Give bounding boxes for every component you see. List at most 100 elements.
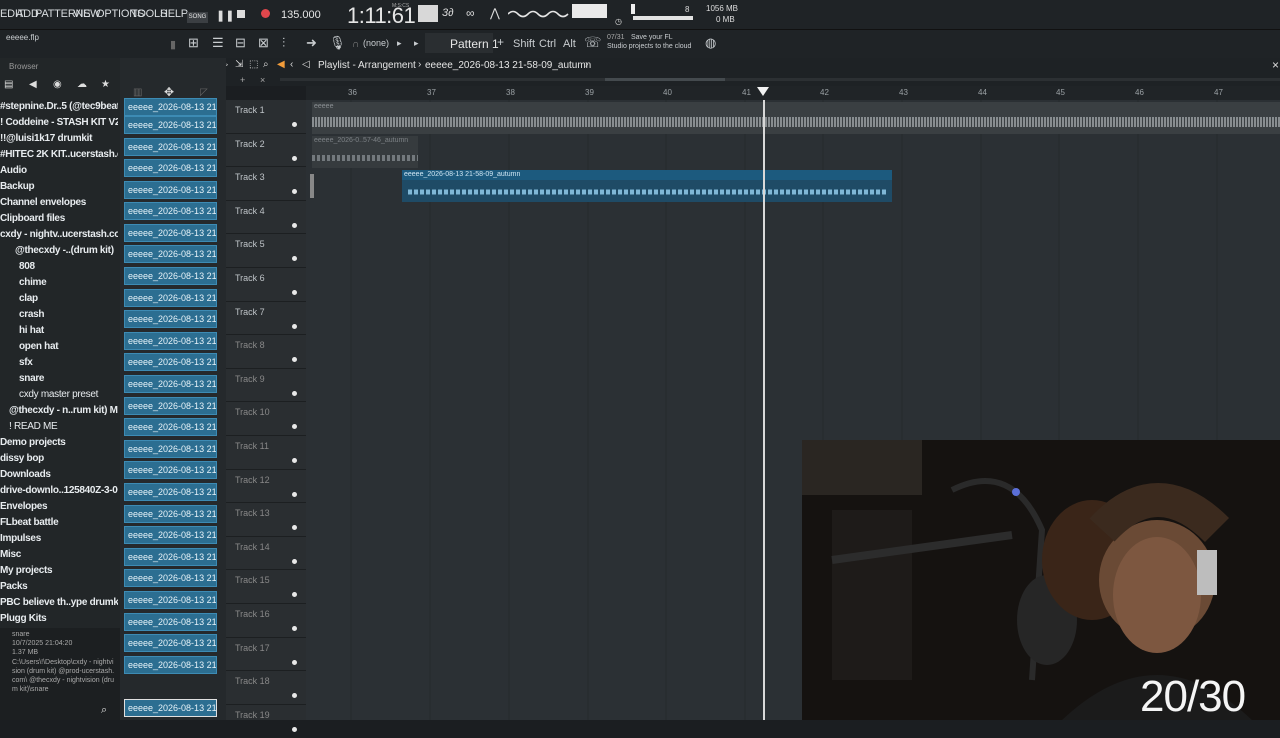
globe-icon[interactable]: ◍ (705, 35, 716, 51)
browser-item[interactable]: @thecxdy - n..rum kit) MAC (0, 405, 118, 416)
track-enable-dot[interactable] (292, 122, 297, 127)
clip-item[interactable]: eeeee_2026-08-13 21-5... (124, 656, 217, 674)
clip-item[interactable]: eeeee_2026-08-13 21-4... (124, 181, 217, 199)
track-label[interactable]: Track 18 (235, 676, 270, 686)
track-label[interactable]: Track 16 (235, 609, 270, 619)
add-track-icon[interactable]: + (240, 75, 245, 85)
clip-list-icon[interactable]: ▥ (133, 87, 142, 98)
track-enable-dot[interactable] (292, 256, 297, 262)
snap-icon[interactable]: ▮ (170, 38, 176, 51)
clip-item[interactable]: eeeee_2026-08-13 21-5... (124, 375, 217, 393)
arrangement-name[interactable]: eeeee_2026-08-13 21-58-09_autumn (425, 60, 591, 71)
track-enable-dot[interactable] (292, 323, 297, 329)
zoom-icon[interactable]: ⌕ (263, 59, 269, 70)
browser-subfolder[interactable]: sfx (0, 357, 118, 368)
clip-item[interactable]: eeeee_2026-08-13 21-4... (124, 245, 217, 263)
track-enable-dot[interactable] (292, 592, 297, 598)
browser-subfolder[interactable]: 808 (0, 261, 118, 272)
file-icon[interactable]: ▤ (4, 79, 13, 90)
browser-subfolder[interactable]: open hat (0, 341, 118, 352)
clip-item[interactable]: eeeee_2026-08-13 21-4... (124, 159, 217, 177)
select-icon[interactable]: ⬚ (249, 59, 258, 70)
clip-item-selected[interactable]: eeeee_2026-08-13 21-5... (124, 699, 217, 717)
browser-item-open-folder[interactable]: @thecxdy -..(drum kit) (0, 245, 118, 256)
browser-item[interactable]: drive-downlo..125840Z-3-001 (0, 485, 118, 496)
browser-item[interactable]: #HITEC 2K KIT..ucerstash.com (0, 149, 118, 160)
news-icon[interactable]: ☏ (584, 34, 602, 51)
track-enable-dot[interactable] (292, 424, 297, 430)
track-label[interactable]: Track 19 (235, 710, 270, 720)
browser-item[interactable]: ! Coddeine - STASH KIT V2 I (0, 117, 118, 128)
track-label[interactable]: Track 11 (235, 441, 269, 451)
track-enable-dot[interactable] (292, 222, 297, 228)
track-enable-dot[interactable] (292, 659, 297, 665)
browser-item[interactable]: cxdy - nightv..ucerstash.com (0, 229, 118, 240)
track-label[interactable]: Track 1 (235, 105, 265, 115)
track-label[interactable]: Track 10 (235, 407, 270, 417)
browser-subfolder[interactable]: chime (0, 277, 118, 288)
clip-item[interactable]: eeeee_2026-08-13 21-5... (124, 613, 217, 631)
clip-item[interactable]: eeeee_2026-08-13 21-5... (124, 548, 217, 566)
track-resize-handle[interactable] (310, 174, 314, 198)
chevron-right-icon-2[interactable]: ▸ (414, 38, 419, 49)
browser-item[interactable]: Packs (0, 581, 118, 592)
nav-chevron-icon[interactable]: ‹ (290, 59, 293, 70)
mixer-icon[interactable]: ⊠ (258, 35, 269, 51)
browser-item[interactable]: Clipboard files (0, 213, 118, 224)
close-icon[interactable]: × (1272, 58, 1279, 72)
track-enable-dot[interactable] (292, 357, 297, 363)
track-enable-dot[interactable] (292, 693, 297, 699)
browser-subfolder[interactable]: crash (0, 309, 118, 320)
clip-item[interactable]: eeeee_2026-08-13 21-5... (124, 483, 217, 501)
playlist-icon[interactable]: ⊞ (188, 35, 199, 51)
track-enable-dot[interactable] (292, 491, 297, 497)
monitor-panel[interactable] (418, 5, 438, 22)
step-icon[interactable]: 3∂ (442, 7, 454, 19)
scrollbar-thumb[interactable] (605, 78, 725, 81)
track-label[interactable]: Track 6 (235, 273, 265, 283)
browser-preset[interactable]: cxdy master preset (0, 389, 118, 400)
browser-item[interactable]: Demo projects (0, 437, 118, 448)
browser-item[interactable]: dissy bop (0, 453, 118, 464)
tempo-display[interactable]: 135.000 (281, 9, 321, 21)
audio-clip-track1[interactable]: eeeee (312, 102, 1280, 134)
arrow-right-icon[interactable]: ➜ (306, 35, 317, 51)
record-icon[interactable] (261, 9, 270, 18)
track-label[interactable]: Track 12 (235, 475, 270, 485)
playback-icon[interactable]: ◀ (277, 59, 285, 70)
ctrl-key[interactable]: Ctrl (539, 38, 556, 50)
metronome-icon[interactable]: ⋀ (490, 6, 500, 20)
cloud-icon[interactable]: ☁ (77, 79, 87, 90)
clip-item[interactable]: eeeee_2026-08-13 21-4... (124, 116, 217, 134)
clip-item[interactable]: eeeee_2026-08-13 21-5... (124, 591, 217, 609)
pattern-selector[interactable]: Pattern 1 (450, 37, 499, 51)
chevron-right-icon[interactable]: ▸ (397, 38, 402, 49)
piano-roll-icon[interactable]: ☰ (212, 35, 224, 51)
track-enable-dot[interactable] (292, 558, 297, 564)
clip-item[interactable]: eeeee_2026-08-13 21-4... (124, 202, 217, 220)
master-pitch-knob[interactable] (631, 4, 635, 14)
clip-item[interactable]: eeeee_2026-08-13 21-4... (124, 224, 217, 242)
playhead-marker-icon[interactable] (757, 87, 769, 96)
news-line-1[interactable]: Save your FL (631, 34, 673, 41)
track-enable-dot[interactable] (292, 458, 297, 463)
loop-icon[interactable]: ∞ (466, 6, 475, 20)
browser-subfolder[interactable]: snare (0, 373, 118, 384)
browser-item[interactable]: !!@luisi1k17 drumkit (0, 133, 118, 144)
track-enable-dot[interactable] (292, 525, 297, 531)
browser-item[interactable]: Envelopes (0, 501, 118, 512)
browser-item[interactable]: FLbeat battle (0, 517, 118, 528)
arrangement-dropdown-icon[interactable]: › (585, 59, 588, 70)
browser-subfolder[interactable]: hi hat (0, 325, 118, 336)
none-selector[interactable]: (none) (363, 38, 389, 48)
clip-item[interactable]: eeeee_2026-08-13 21-5... (124, 569, 217, 587)
browser-item[interactable]: Plugg Kits (0, 613, 118, 624)
clip-item[interactable]: eeeee_2026-08-13 21-5... (124, 461, 217, 479)
track-label[interactable]: Track 7 (235, 307, 265, 317)
horizontal-scrollbar[interactable] (280, 78, 1280, 81)
clip-item[interactable]: eeeee_2026-08-13 21-4... (124, 267, 217, 285)
browser-item[interactable]: Downloads (0, 469, 118, 480)
browser-item[interactable]: PBC believe th..ype drumkit 1 (0, 597, 118, 608)
clip-item[interactable]: eeeee_2026-08-13 21-5... (124, 397, 217, 415)
clip-item[interactable]: eeeee_2026-08-13 21-5... (124, 353, 217, 371)
